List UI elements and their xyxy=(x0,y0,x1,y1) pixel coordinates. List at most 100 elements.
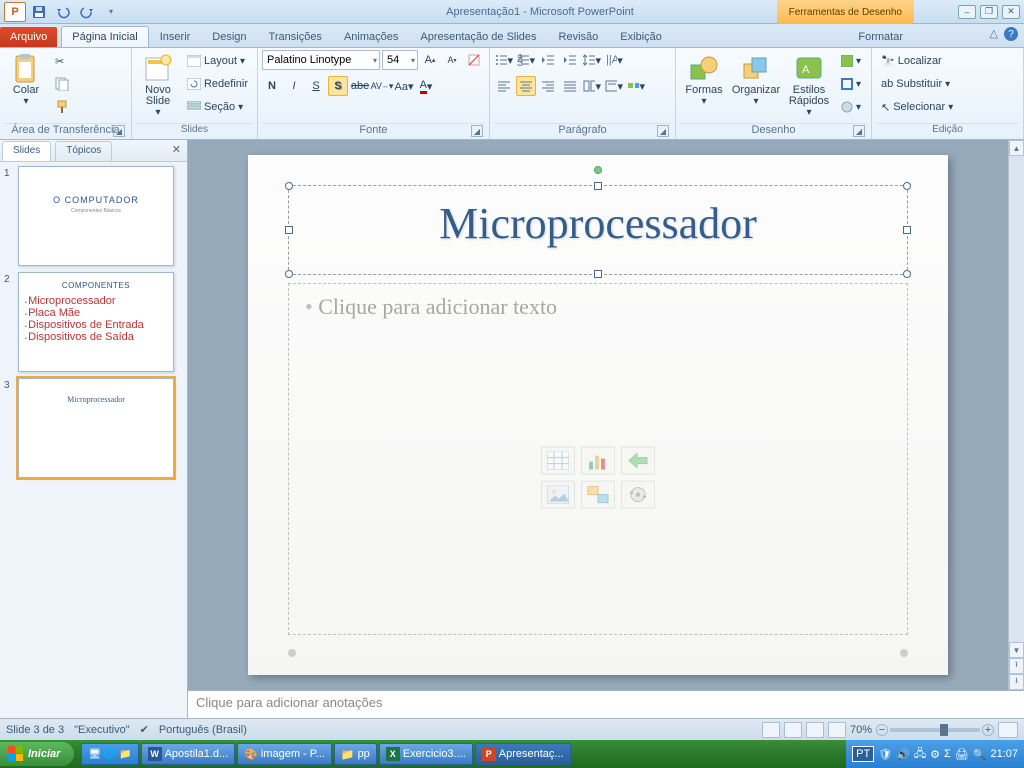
shapes-button[interactable]: Formas▾ xyxy=(680,50,728,110)
numbering-button[interactable]: 123▾ xyxy=(516,50,536,70)
increase-indent-button[interactable] xyxy=(560,50,580,70)
thumbnail-3[interactable]: 3 Microprocessador xyxy=(4,378,183,478)
start-button[interactable]: Iniciar xyxy=(0,742,74,766)
save-icon[interactable] xyxy=(28,2,50,22)
tab-view[interactable]: Exibição xyxy=(609,26,673,47)
taskbar-item-excel[interactable]: XExercicio3.... xyxy=(379,743,473,765)
app-menu-icon[interactable]: P xyxy=(4,2,26,22)
scroll-down-button[interactable]: ▼ xyxy=(1009,642,1024,658)
shape-effects-button[interactable]: ▾ xyxy=(836,96,866,118)
arrange-button[interactable]: Organizar▾ xyxy=(730,50,782,110)
title-placeholder[interactable]: Microprocessador xyxy=(288,185,908,275)
taskbar-item-paint[interactable]: 🎨imagem - P... xyxy=(237,743,332,765)
zoom-slider[interactable]: − + xyxy=(876,724,994,736)
change-case-button[interactable]: Aa▾ xyxy=(394,76,414,96)
thumbnail-2[interactable]: 2 COMPONENTES • Microprocessador • Placa… xyxy=(4,272,183,372)
tab-animations[interactable]: Animações xyxy=(333,26,409,47)
line-spacing-button[interactable]: ▾ xyxy=(582,50,602,70)
copy-button[interactable] xyxy=(50,73,74,95)
tab-transitions[interactable]: Transições xyxy=(258,26,333,47)
char-spacing-button[interactable]: AV↔▾ xyxy=(372,76,392,96)
underline-button[interactable]: S xyxy=(306,76,326,96)
bullets-button[interactable]: ▾ xyxy=(494,50,514,70)
tab-format[interactable]: Formatar xyxy=(847,26,914,47)
tray-icon[interactable]: 🛡 xyxy=(878,748,892,761)
justify-button[interactable] xyxy=(560,76,580,96)
insert-smartart-icon[interactable] xyxy=(621,447,655,475)
tab-slideshow[interactable]: Apresentação de Slides xyxy=(409,26,547,47)
panel-tab-outline[interactable]: Tópicos xyxy=(55,141,112,161)
clock[interactable]: 21:07 xyxy=(990,748,1018,760)
font-color-button[interactable]: A▾ xyxy=(416,76,436,96)
title-text[interactable]: Microprocessador xyxy=(289,186,907,249)
decrease-indent-button[interactable] xyxy=(538,50,558,70)
columns-button[interactable]: ▾ xyxy=(582,76,602,96)
insert-clipart-icon[interactable] xyxy=(581,481,615,509)
reset-button[interactable]: Redefinir xyxy=(182,73,253,95)
align-right-button[interactable] xyxy=(538,76,558,96)
taskbar-item-powerpoint[interactable]: PApresentaç... xyxy=(475,743,571,765)
clear-formatting-button[interactable] xyxy=(464,50,484,70)
taskbar-item-folder[interactable]: 📁pp xyxy=(334,743,377,765)
insert-picture-icon[interactable] xyxy=(541,481,575,509)
sorter-view-button[interactable] xyxy=(784,722,802,738)
format-painter-button[interactable] xyxy=(50,96,74,118)
slideshow-view-button[interactable] xyxy=(828,722,846,738)
text-direction-button[interactable]: ||A▾ xyxy=(604,50,624,70)
quicklaunch[interactable]: 🖥 🌐 📁 xyxy=(81,743,138,765)
replace-button[interactable]: abSubstituir ▾ xyxy=(876,73,958,95)
scroll-up-button[interactable]: ▲ xyxy=(1009,140,1024,156)
quick-styles-button[interactable]: A Estilos Rápidos▾ xyxy=(784,50,834,121)
tray-icon[interactable]: Σ xyxy=(944,748,951,760)
align-center-button[interactable] xyxy=(516,76,536,96)
tray-icon[interactable]: 🖧 xyxy=(914,745,926,764)
tab-home[interactable]: Página Inicial xyxy=(61,26,148,47)
insert-table-icon[interactable] xyxy=(541,447,575,475)
align-left-button[interactable] xyxy=(494,76,514,96)
minimize-ribbon-icon[interactable]: △ xyxy=(990,27,998,41)
zoom-in-button[interactable]: + xyxy=(982,724,994,736)
insert-chart-icon[interactable] xyxy=(581,447,615,475)
next-slide-button[interactable]: ⭳ xyxy=(1009,674,1024,690)
font-name-combo[interactable]: Palatino Linotype xyxy=(262,50,380,70)
tray-icon[interactable]: 🖨 xyxy=(955,748,969,761)
shape-outline-button[interactable]: ▾ xyxy=(836,73,866,95)
normal-view-button[interactable] xyxy=(762,722,780,738)
smartart-convert-button[interactable]: ▾ xyxy=(626,76,646,96)
undo-icon[interactable] xyxy=(52,2,74,22)
strikethrough-button[interactable]: abe xyxy=(350,76,370,96)
section-button[interactable]: Seção ▾ xyxy=(182,96,253,118)
spellcheck-icon[interactable]: ✔ xyxy=(140,723,149,736)
find-button[interactable]: 🔭Localizar xyxy=(876,50,958,72)
fit-to-window-button[interactable] xyxy=(998,722,1018,738)
minimize-button[interactable]: – xyxy=(958,5,976,19)
tray-icon[interactable]: ⚙ xyxy=(930,748,940,761)
italic-button[interactable]: I xyxy=(284,76,304,96)
clipboard-dialog-launcher[interactable]: ◢ xyxy=(113,125,125,137)
paragraph-dialog-launcher[interactable]: ◢ xyxy=(657,125,669,137)
tab-review[interactable]: Revisão xyxy=(548,26,610,47)
tab-design[interactable]: Design xyxy=(201,26,257,47)
tray-icon[interactable]: 🔍 xyxy=(973,748,987,761)
shadow-button[interactable]: S xyxy=(328,76,348,96)
font-dialog-launcher[interactable]: ◢ xyxy=(471,125,483,137)
rotate-handle[interactable] xyxy=(594,166,602,174)
panel-close-button[interactable]: ✕ xyxy=(166,140,187,161)
slide-canvas[interactable]: Microprocessador Clique para adicionar t… xyxy=(188,140,1008,690)
shrink-font-button[interactable]: A▾ xyxy=(442,50,462,70)
panel-tab-slides[interactable]: Slides xyxy=(2,141,51,161)
zoom-level[interactable]: 70% xyxy=(850,724,872,736)
drawing-dialog-launcher[interactable]: ◢ xyxy=(853,125,865,137)
language-status[interactable]: Português (Brasil) xyxy=(159,724,247,736)
qat-customize-icon[interactable]: ▾ xyxy=(100,2,122,22)
zoom-out-button[interactable]: − xyxy=(876,724,888,736)
cut-button[interactable]: ✂ xyxy=(50,50,74,72)
insert-media-icon[interactable] xyxy=(621,481,655,509)
tray-icon[interactable]: 🔊 xyxy=(896,748,910,761)
align-text-button[interactable]: ▾ xyxy=(604,76,624,96)
taskbar-item-word[interactable]: WApostila1.d... xyxy=(141,743,236,765)
help-icon[interactable]: ? xyxy=(1004,27,1018,41)
prev-slide-button[interactable]: ⭱ xyxy=(1009,658,1024,674)
new-slide-button[interactable]: Novo Slide▾ xyxy=(136,50,180,121)
restore-button[interactable]: ❐ xyxy=(980,5,998,19)
